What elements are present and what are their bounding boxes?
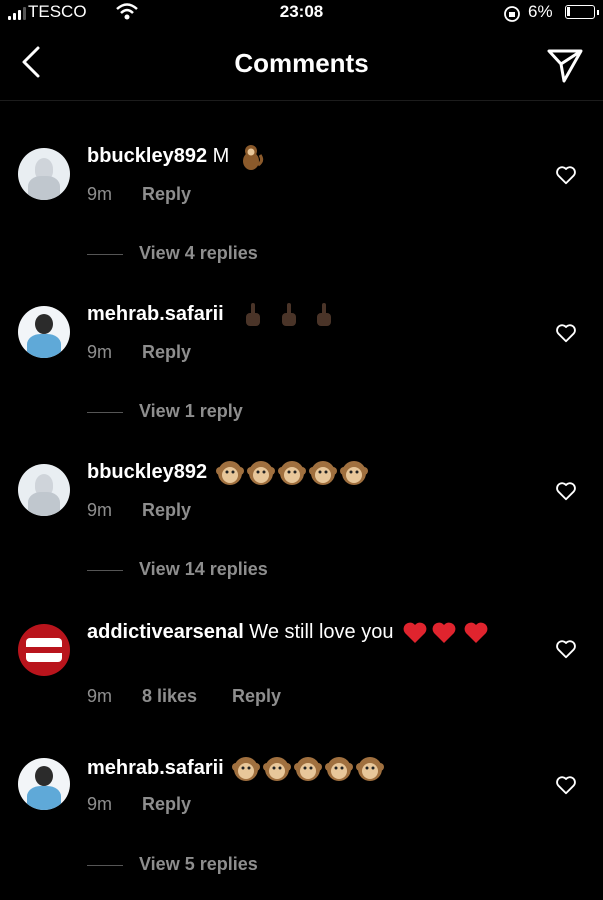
monkey-face-emoji-icon [277, 460, 306, 485]
middle-finger-emoji-icon [317, 302, 332, 326]
replies-divider [87, 570, 123, 571]
middle-finger-emoji-icon [246, 302, 261, 326]
avatar[interactable] [18, 624, 70, 676]
monkey-face-emoji-icon [263, 756, 292, 781]
monkey-face-emoji-icon [339, 460, 368, 485]
replies-divider [87, 254, 123, 255]
comment-time: 9m [87, 184, 113, 204]
rotation-lock-icon [504, 6, 520, 22]
view-replies-link[interactable]: View 1 reply [139, 401, 243, 422]
red-heart-emoji-icon [432, 622, 456, 643]
username[interactable]: mehrab.safarii [87, 757, 224, 779]
like-heart-icon[interactable] [555, 774, 577, 796]
battery-percent: 6% [528, 2, 553, 21]
comment-text: bbuckley892 [87, 458, 527, 487]
reply-button[interactable]: Reply [142, 500, 191, 521]
monkey-face-emoji-icon [246, 460, 275, 485]
comment-body: We still love you [243, 621, 394, 643]
red-heart-emoji-icon [403, 622, 427, 643]
battery-icon [565, 5, 595, 19]
like-heart-icon[interactable] [555, 322, 577, 344]
view-replies-link[interactable]: View 5 replies [139, 854, 258, 875]
avatar[interactable] [18, 758, 70, 810]
comment-text: mehrab.safarii [87, 300, 527, 329]
monkey-face-emoji-icon [356, 756, 385, 781]
page-title: Comments [234, 48, 369, 78]
like-heart-icon[interactable] [555, 638, 577, 660]
view-replies-link[interactable]: View 4 replies [139, 243, 258, 264]
comments-header: Comments [0, 30, 603, 101]
reply-button[interactable]: Reply [142, 794, 191, 815]
monkey-face-emoji-icon [308, 460, 337, 485]
monkey-face-emoji-icon [232, 756, 261, 781]
view-replies-link[interactable]: View 14 replies [139, 559, 268, 580]
reply-button[interactable]: Reply [142, 184, 191, 205]
comment-text: mehrab.safarii [87, 754, 527, 783]
comment-time: 9m [87, 686, 113, 706]
battery-cap [597, 10, 599, 15]
like-heart-icon[interactable] [555, 164, 577, 186]
send-paper-plane-icon[interactable] [544, 44, 586, 86]
comment-text: addictivearsenal We still love you [87, 618, 527, 646]
monkey-emoji-icon [242, 144, 263, 170]
replies-divider [87, 412, 123, 413]
username[interactable]: mehrab.safarii [87, 303, 224, 325]
monkey-face-emoji-icon [294, 756, 323, 781]
comment-time: 9m [87, 342, 113, 362]
avatar[interactable] [18, 464, 70, 516]
comment-body: M [207, 145, 230, 167]
comment-time: 9m [87, 500, 113, 520]
comment-time: 9m [87, 794, 113, 814]
avatar[interactable] [18, 306, 70, 358]
comment-text: bbuckley892 M [87, 142, 527, 171]
username[interactable]: bbuckley892 [87, 145, 207, 167]
username[interactable]: addictivearsenal [87, 621, 244, 643]
status-bar: TESCO 23:08 6% [0, 0, 603, 30]
avatar[interactable] [18, 148, 70, 200]
monkey-face-emoji-icon [215, 460, 244, 485]
likes-count[interactable]: 8 likes [142, 686, 197, 707]
reply-button[interactable]: Reply [232, 686, 281, 707]
red-heart-emoji-icon [464, 622, 487, 643]
like-heart-icon[interactable] [555, 480, 577, 502]
replies-divider [87, 865, 123, 866]
reply-button[interactable]: Reply [142, 342, 191, 363]
username[interactable]: bbuckley892 [87, 461, 207, 483]
middle-finger-emoji-icon [281, 302, 296, 326]
monkey-face-emoji-icon [325, 756, 354, 781]
